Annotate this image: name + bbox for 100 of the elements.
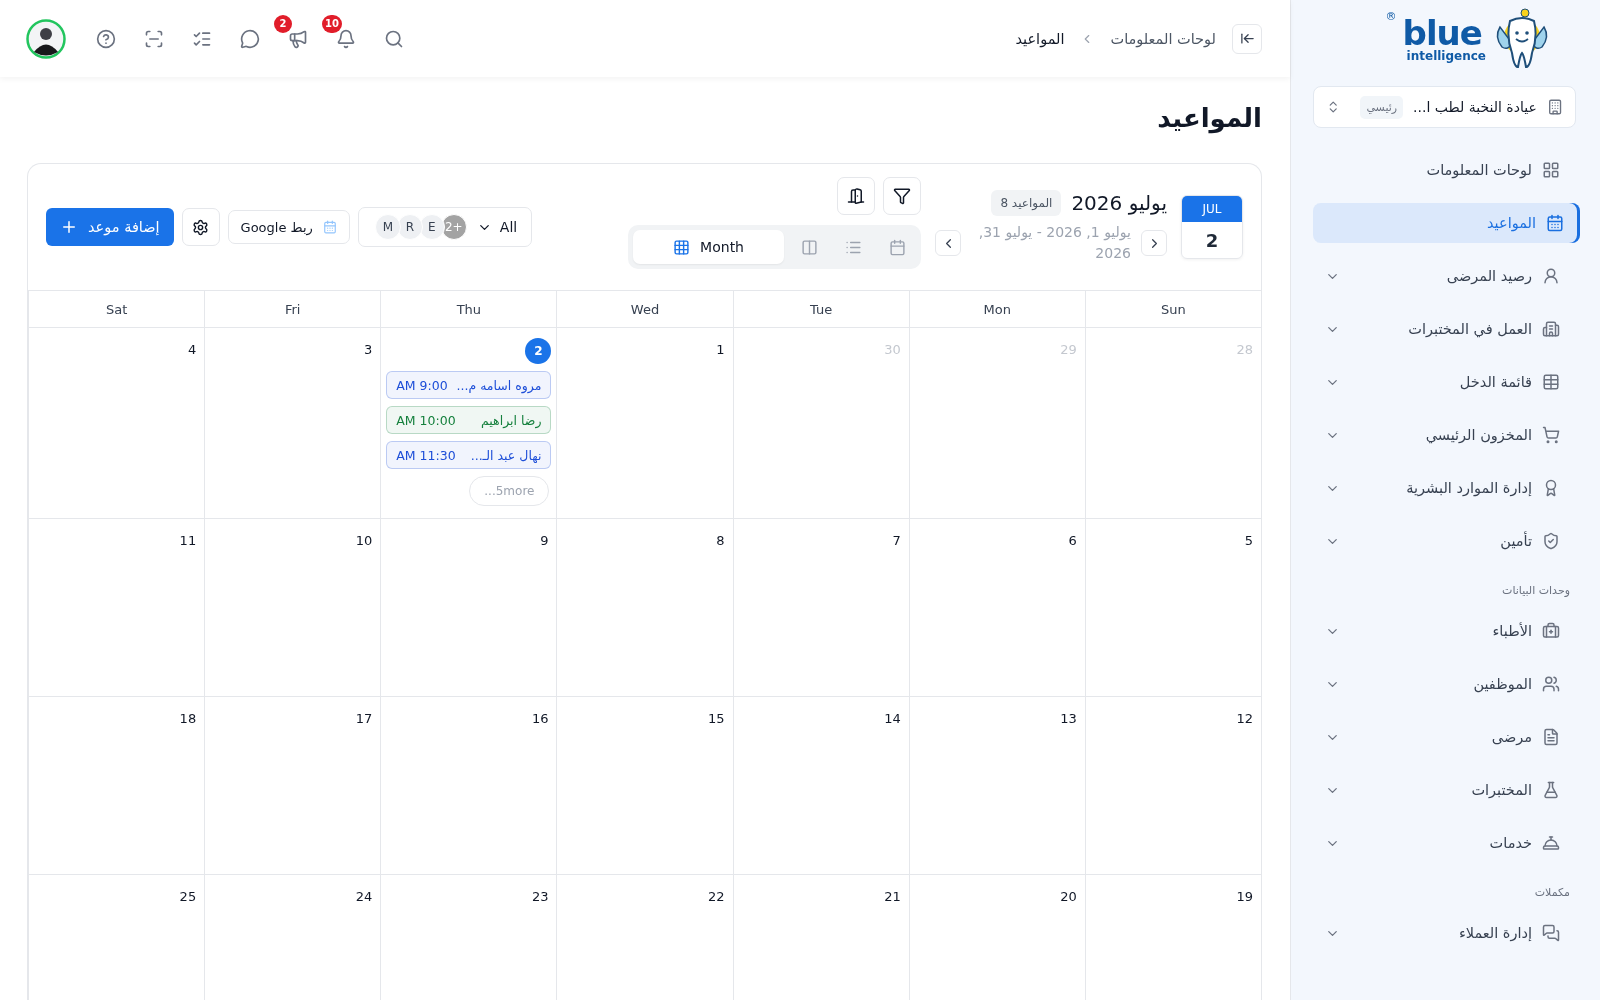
sidebar-item[interactable]: العمل في المختبرات	[1313, 309, 1576, 349]
weekday-header: Fri	[204, 291, 381, 328]
day-cell[interactable]: 6	[908, 519, 1085, 697]
breadcrumb-link[interactable]: لوحات المعلومات	[1110, 30, 1216, 47]
cart-icon	[1542, 426, 1560, 444]
day-number: 30	[884, 342, 901, 357]
day-number: 23	[531, 889, 549, 904]
users-icon	[1542, 675, 1560, 693]
calendar-icon	[888, 238, 906, 256]
sidebar-item[interactable]: المواعيد	[1313, 203, 1580, 243]
day-cell[interactable]: 16	[380, 697, 557, 875]
day-number: 18	[179, 711, 197, 726]
weekday-header: Tue	[732, 291, 909, 328]
day-number: 6	[1068, 533, 1077, 548]
collapse-sidebar-button[interactable]	[1232, 23, 1262, 54]
day-number: 16	[531, 711, 549, 726]
filter-icon	[893, 187, 911, 205]
day-cell[interactable]: 10	[204, 519, 381, 697]
user-icon	[1542, 267, 1560, 285]
day-cell[interactable]: 9	[380, 519, 557, 697]
day-number: 9	[540, 533, 549, 548]
day-number: 24	[355, 889, 373, 904]
previous-button[interactable]	[935, 230, 961, 256]
briefcase-icon	[1542, 622, 1560, 640]
day-cell[interactable]: 3	[204, 328, 381, 519]
building-icon	[1546, 98, 1563, 116]
member-avatar: M	[374, 214, 401, 240]
count-badge: 2	[274, 14, 292, 33]
next-button[interactable]	[1141, 230, 1167, 256]
clinic-tag: رئيسي	[1360, 95, 1404, 119]
sidebar-item[interactable]: إدارة العملاء	[1313, 913, 1576, 953]
day-cell[interactable]: 17	[204, 697, 381, 875]
day-number: 21	[884, 889, 901, 904]
weekday-header: Mon	[908, 291, 1085, 328]
day-cell[interactable]: 7	[732, 519, 909, 697]
sidebar-item[interactable]: الموظفين	[1313, 664, 1576, 704]
section-title: وحدات البيانات	[1501, 583, 1571, 599]
day-cell[interactable]: 14	[732, 697, 909, 875]
grid-icon	[1542, 161, 1560, 179]
day-cell[interactable]: 5	[1084, 519, 1261, 697]
day-number: 17	[355, 711, 373, 726]
sidebar-item[interactable]: المختبرات	[1313, 770, 1576, 810]
settings-button[interactable]	[181, 208, 220, 246]
sidebar-item[interactable]: خدمات	[1313, 823, 1576, 863]
bell-icon	[1542, 834, 1560, 852]
day-number: 15	[708, 711, 725, 726]
sidebar-item[interactable]: رصيد المرضى	[1313, 256, 1576, 296]
plus-icon	[60, 218, 78, 236]
weekday-header: Sun	[1084, 291, 1261, 328]
day-cell[interactable]: 18	[28, 697, 205, 875]
clinic-selector[interactable]: عيادة النخبة لطب ا... رئيسي	[1313, 86, 1576, 128]
day-cell[interactable]: 19	[1084, 875, 1261, 1000]
day-cell[interactable]: 22	[556, 875, 733, 1000]
day-cell[interactable]: 25	[28, 875, 205, 1000]
day-cell[interactable]: 15	[556, 697, 733, 875]
door-button[interactable]	[837, 177, 875, 215]
day-cell[interactable]: 24	[204, 875, 381, 1000]
day-cell[interactable]: 11	[28, 519, 205, 697]
day-cell[interactable]: 23	[380, 875, 557, 1000]
day-number: 22	[708, 889, 725, 904]
date-tile: JUL 2	[1181, 195, 1243, 259]
today-marker: 2	[525, 338, 552, 364]
day-cell[interactable]: 12	[1084, 697, 1261, 875]
sidebar-item[interactable]: المخزون الرئيسي	[1313, 415, 1576, 455]
grid-icon	[673, 238, 691, 256]
day-cell[interactable]: 1	[556, 328, 733, 519]
collapse-icon	[1239, 31, 1255, 46]
day-cell[interactable]: 13	[908, 697, 1085, 875]
day-cell[interactable]: 8	[556, 519, 733, 697]
day-number: 29	[1060, 342, 1077, 357]
filter-button[interactable]	[883, 177, 921, 215]
day-cell[interactable]: 20	[908, 875, 1085, 1000]
calendar-icon	[1546, 214, 1564, 232]
sidebar-item[interactable]: مرضى	[1313, 717, 1576, 757]
chat-icon	[1542, 924, 1560, 942]
day-number: 11	[179, 533, 197, 548]
day-number: 19	[1236, 889, 1253, 904]
settings-icon	[192, 218, 210, 236]
add-appointment-button[interactable]: إضافة موعد	[46, 208, 174, 246]
view-tab[interactable]: Month	[633, 230, 784, 264]
sidebar-item[interactable]: إدارة الموارد البشرية	[1313, 468, 1576, 508]
sidebar-item[interactable]: قائمة الدخل	[1313, 362, 1576, 402]
page-title: المواعيد	[1156, 103, 1262, 133]
brand-name: blue	[1402, 16, 1482, 50]
day-number: 8	[716, 533, 725, 548]
breadcrumb-link[interactable]: المواعيد	[1015, 30, 1065, 47]
sidebar-item[interactable]: لوحات المعلومات	[1313, 150, 1576, 190]
day-cell[interactable]: 4	[28, 328, 205, 519]
weekday-header: Wed	[556, 291, 733, 328]
google-link-button[interactable]: ربط Google	[227, 210, 350, 244]
day-number: 3	[364, 342, 373, 357]
sidebar-item[interactable]: تأمين	[1313, 521, 1576, 561]
day-cell[interactable]: 21	[732, 875, 909, 1000]
registered-mark: ®	[1385, 10, 1397, 23]
avatar[interactable]	[26, 18, 66, 59]
day-number: 1	[716, 342, 725, 357]
table-icon	[1542, 373, 1560, 391]
day-number: 4	[187, 342, 197, 357]
member-select[interactable]: All	[476, 219, 518, 235]
sidebar-item[interactable]: الأطباء	[1313, 611, 1576, 651]
